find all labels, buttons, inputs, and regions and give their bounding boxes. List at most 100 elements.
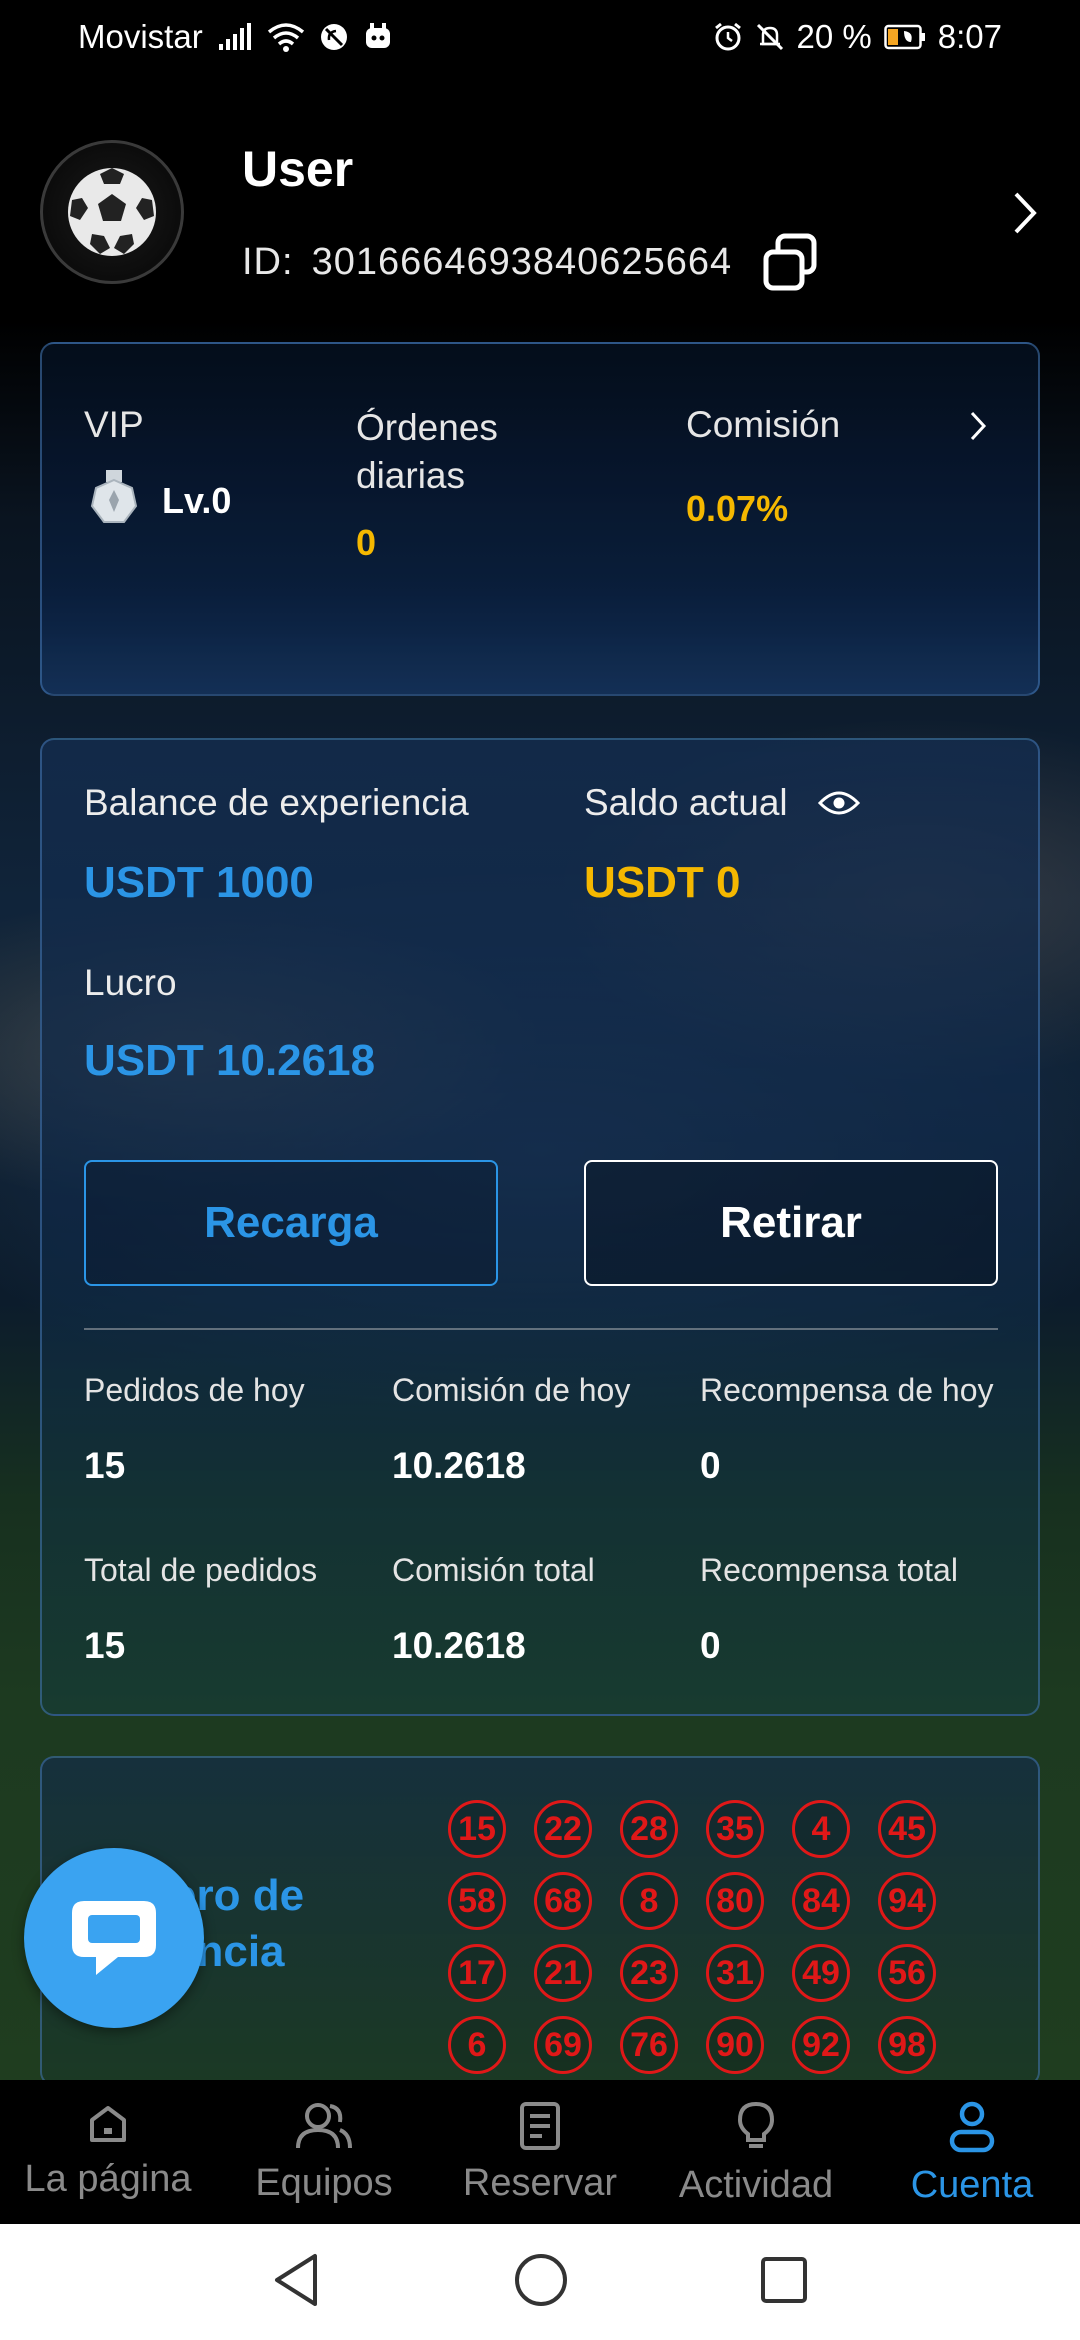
lottery-number-ball: 56 — [878, 1944, 936, 2002]
nav-label: Reservar — [462, 2162, 618, 2204]
nav-item-home[interactable]: La página — [0, 2080, 216, 2224]
chevron-right-icon[interactable] — [1010, 190, 1040, 241]
current-balance-label: Saldo actual — [584, 782, 788, 823]
avatar[interactable] — [40, 140, 184, 284]
stat-today-commission: Comisión de hoy 10.2618 — [392, 1372, 630, 1487]
daily-orders-label: Órdenes diarias — [356, 407, 498, 496]
lottery-number-ball: 17 — [448, 1944, 506, 2002]
stat-today-reward: Recompensa de hoy 0 — [700, 1372, 994, 1487]
stat-label: Recompensa total — [700, 1552, 958, 1588]
lottery-number-ball: 15 — [448, 1800, 506, 1858]
vip-label: VIP — [84, 404, 144, 445]
stat-total-commission: Comisión total 10.2618 — [392, 1552, 595, 1667]
stat-total-orders: Total de pedidos 15 — [84, 1552, 317, 1667]
home-icon — [90, 2106, 126, 2142]
commission-value: 0.07% — [686, 488, 789, 529]
experience-balance-label: Balance de experiencia — [84, 782, 469, 823]
stat-value: 15 — [84, 1445, 126, 1486]
carrier-name: Movistar — [78, 18, 203, 55]
lottery-number-ball: 98 — [878, 2016, 936, 2074]
lottery-number-ball: 90 — [706, 2016, 764, 2074]
no-sync-icon — [319, 22, 349, 52]
system-navigation-bar — [0, 2224, 1080, 2340]
status-bar: Movistar 20 % 8:07 — [0, 0, 1080, 72]
user-icon — [949, 2101, 995, 2153]
app-notification-icon — [363, 22, 393, 52]
lightbulb-icon — [737, 2101, 775, 2148]
signal-icon — [217, 22, 253, 52]
lottery-number-ball: 69 — [534, 2016, 592, 2074]
profit-label: Lucro — [84, 962, 177, 1003]
lottery-number-ball: 28 — [620, 1800, 678, 1858]
nav-label: Cuenta — [910, 2164, 1034, 2206]
recents-icon[interactable] — [759, 2255, 809, 2310]
nav-item-reserve[interactable]: Reservar — [432, 2080, 648, 2224]
stat-today-orders: Pedidos de hoy 15 — [84, 1372, 305, 1487]
clock: 8:07 — [937, 18, 1002, 55]
vip-card[interactable]: VIP Lv.0 Órdenes diarias 0 Comisión 0.07… — [40, 342, 1040, 696]
user-id-label: ID: — [242, 240, 294, 283]
lottery-number-ball: 35 — [706, 1800, 764, 1858]
nav-label: La página — [24, 2158, 192, 2200]
stat-label: Total de pedidos — [84, 1552, 318, 1588]
vip-chevron-right-icon[interactable] — [968, 410, 988, 447]
current-balance-label-row: Saldo actual — [584, 782, 860, 824]
document-icon — [520, 2102, 560, 2150]
lottery-number-ball: 4 — [792, 1800, 850, 1858]
nav-item-account[interactable]: Cuenta — [864, 2080, 1080, 2224]
vip-level: Lv.0 — [162, 479, 232, 521]
nav-item-activity[interactable]: Actividad — [648, 2080, 864, 2224]
current-balance-value: USDT 0 — [584, 858, 741, 907]
lottery-number-ball: 22 — [534, 1800, 592, 1858]
stat-value: 10.2618 — [392, 1625, 526, 1666]
lottery-number-ball: 8 — [620, 1872, 678, 1930]
profile-header[interactable]: User ID: 3016664693840625664 — [40, 140, 1040, 292]
stat-value: 15 — [84, 1625, 126, 1666]
eye-icon[interactable] — [817, 789, 860, 817]
nav-label: Equipos — [255, 2162, 393, 2204]
team-icon — [296, 2103, 352, 2149]
nav-label: Actividad — [678, 2164, 834, 2206]
lottery-number-ball: 68 — [534, 1872, 592, 1930]
stat-value: 10.2618 — [392, 1445, 526, 1486]
wifi-icon — [267, 22, 305, 52]
lottery-number-ball: 6 — [448, 2016, 506, 2074]
username: User — [242, 141, 354, 197]
chat-button[interactable] — [24, 1848, 204, 2028]
experience-balance-value: USDT 1000 — [84, 858, 314, 907]
chat-bubble-icon — [72, 1901, 156, 1975]
bottom-navigation: La página Equipos Reservar Actividad Cue… — [0, 2080, 1080, 2224]
lottery-number-ball: 58 — [448, 1872, 506, 1930]
home-circle-icon[interactable] — [513, 2252, 569, 2313]
mute-icon — [755, 22, 785, 52]
balance-card: Balance de experiencia USDT 1000 Saldo a… — [40, 738, 1040, 1716]
lottery-number-ball: 80 — [706, 1872, 764, 1930]
lottery-number-ball: 84 — [792, 1872, 850, 1930]
lottery-number-ball: 49 — [792, 1944, 850, 2002]
lottery-number-ball: 23 — [620, 1944, 678, 2002]
lottery-numbers-grid: 15 22 28 35 4 45 58 68 8 80 84 94 17 21 23 31 49 56 6 69 76 9… — [448, 1800, 968, 2074]
alarm-icon — [713, 22, 743, 52]
recharge-button[interactable]: Recarga — [84, 1160, 498, 1286]
battery-percent: 20 % — [796, 18, 872, 55]
withdraw-button[interactable]: Retirar — [584, 1160, 998, 1286]
lottery-number-ball: 92 — [792, 2016, 850, 2074]
stat-value: 0 — [700, 1625, 721, 1666]
lottery-number-ball: 94 — [878, 1872, 936, 1930]
nav-item-teams[interactable]: Equipos — [216, 2080, 432, 2224]
copy-icon[interactable] — [760, 232, 820, 292]
lottery-number-ball: 76 — [620, 2016, 678, 2074]
soccer-ball-icon — [68, 168, 156, 256]
stat-label: Comisión total — [392, 1552, 595, 1588]
lottery-number-ball: 21 — [534, 1944, 592, 2002]
daily-orders-value: 0 — [356, 522, 377, 563]
stat-label: Comisión de hoy — [392, 1372, 631, 1408]
stat-total-reward: Recompensa total 0 — [700, 1552, 958, 1667]
back-icon[interactable] — [271, 2252, 323, 2313]
stat-label: Pedidos de hoy — [84, 1372, 305, 1408]
stat-label: Recompensa de hoy — [700, 1372, 994, 1408]
battery-saver-icon — [884, 24, 926, 50]
stat-value: 0 — [700, 1445, 721, 1486]
profit-value: USDT 10.2618 — [84, 1036, 376, 1085]
commission-label: Comisión — [686, 404, 841, 445]
